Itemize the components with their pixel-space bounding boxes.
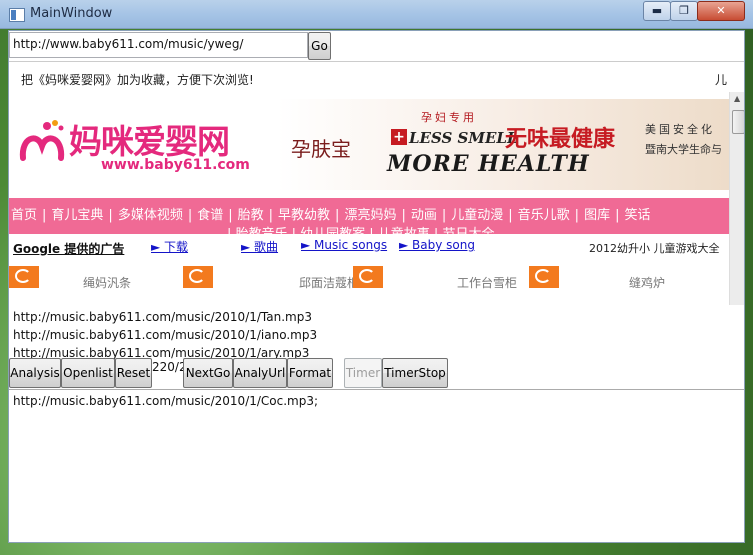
thumbnail-caption[interactable]: 工作台雪柜: [457, 274, 517, 291]
site-nav-row-2[interactable]: | 胎教音乐 | 幼儿园教案 | 儿童故事 | 节日大全: [227, 223, 494, 234]
nav-item[interactable]: 食谱: [197, 208, 223, 223]
site-logo-url: www.baby611.com: [101, 157, 250, 173]
ad-tagline-small: 孕妇专用: [421, 111, 477, 124]
thumbnail-strip: 绳妈汎条 邱面洁蔻柜 工作台雪柜 缝鸡炉: [9, 266, 729, 292]
nav-item[interactable]: 儿童动漫: [451, 208, 503, 223]
browser-vertical-scrollbar[interactable]: ▲: [729, 92, 744, 305]
ad-slogan: 无味最健康: [505, 127, 616, 152]
site-logo-icon: [19, 120, 65, 161]
nav-item[interactable]: 早教幼教: [278, 208, 330, 223]
window-app-icon: [9, 8, 25, 22]
google-ads-bar: Google 提供的广告 ► 下载 ► 歌曲 ► Music songs ► B…: [9, 234, 729, 260]
nav-separator: |: [401, 208, 406, 223]
thumbnail-logo-icon[interactable]: [9, 266, 39, 288]
action-toolbar: Analysis Openlist Reset 220/2 NextGo Ana…: [9, 357, 744, 389]
format-button[interactable]: Format: [287, 358, 333, 388]
nav-item[interactable]: 漂亮妈妈: [344, 208, 396, 223]
google-ads-label[interactable]: Google 提供的广告: [13, 240, 124, 257]
nav-separator: |: [441, 208, 447, 223]
nav-separator: |: [335, 208, 340, 223]
nav-separator: |: [228, 208, 233, 223]
window-client-area: http://www.baby611.com/music/yweg/ Go 把《…: [8, 30, 745, 543]
thumbnail-logo-icon[interactable]: [353, 266, 383, 288]
main-window: MainWindow ▬ ❐ ✕ http://www.baby611.com/…: [0, 0, 753, 555]
site-nav-bar: 首页 | 育儿宝典 | 多媒体视频 | 食谱 | 胎教 | 早教幼教 | 漂亮妈妈 | 动画 | 儿童动漫 | 音乐…: [9, 198, 729, 234]
thumbnail-caption[interactable]: 绳妈汎条: [83, 274, 131, 291]
nav-item[interactable]: 首页: [11, 208, 37, 223]
nav-item[interactable]: 育儿宝典: [51, 208, 103, 223]
site-banner: 妈咪爱婴网 www.baby611.com 孕肤宝 孕妇专用 + LESS SM…: [9, 93, 729, 197]
thumbnail-logo-icon[interactable]: [183, 266, 213, 288]
list-item[interactable]: http://music.baby611.com/music/2010/1/Ta…: [13, 308, 317, 326]
timerstop-button[interactable]: TimerStop: [382, 358, 448, 388]
nav-separator: |: [574, 208, 580, 223]
ad-link-download[interactable]: ► 下载: [151, 238, 188, 255]
ads-right-links[interactable]: 2012幼升小 儿童游戏大全: [589, 240, 720, 256]
url-input[interactable]: http://www.baby611.com/music/yweg/: [9, 32, 308, 58]
ad-more-health: MORE HEALTH: [387, 151, 590, 177]
minimize-button[interactable]: ▬: [643, 1, 671, 21]
analysis-button[interactable]: Analysis: [9, 358, 61, 388]
title-bar[interactable]: MainWindow ▬ ❐ ✕: [0, 0, 753, 29]
mp3-url-list[interactable]: http://music.baby611.com/music/2010/1/Ta…: [13, 308, 317, 362]
plus-icon: +: [391, 129, 407, 145]
nav-item[interactable]: 笑话: [624, 208, 650, 223]
progress-counter: 220/2: [152, 360, 187, 374]
ad-right-line-1: 美国安全化: [645, 123, 715, 136]
bookmark-prompt[interactable]: 把《妈咪爱婴网》加为收藏，方便下次浏览!: [21, 71, 254, 88]
nav-item[interactable]: 图库: [584, 208, 610, 223]
scroll-up-arrow-icon[interactable]: ▲: [734, 94, 740, 103]
vertical-scroll-thumb[interactable]: [732, 110, 744, 134]
nav-separator: |: [508, 208, 513, 223]
nav-separator: |: [42, 208, 47, 223]
nav-item[interactable]: 胎教: [238, 208, 264, 223]
banner-advertisement[interactable]: 孕肤宝 孕妇专用 + LESS SMELL 无味最健康 MORE HEALTH …: [277, 99, 729, 190]
ad-link-baby-song[interactable]: ► Baby song: [399, 238, 475, 252]
nav-separator: |: [268, 208, 274, 223]
ad-right-line-2: 暨南大学生命与: [645, 143, 722, 156]
site-nav-row: 首页 | 育儿宝典 | 多媒体视频 | 食谱 | 胎教 | 早教幼教 | 漂亮妈妈 | 动画 | 儿童动漫 | 音乐…: [11, 204, 650, 223]
reset-button[interactable]: Reset: [115, 358, 152, 388]
thumbnail-logo-icon[interactable]: [529, 266, 559, 288]
timer-button[interactable]: Timer: [344, 358, 382, 388]
output-textarea[interactable]: http://music.baby611.com/music/2010/1/Co…: [9, 389, 744, 543]
thumbnail-caption[interactable]: 缝鸡炉: [629, 274, 665, 291]
nav-separator: |: [108, 208, 113, 223]
nav-item[interactable]: 多媒体视频: [118, 208, 183, 223]
nav-separator: |: [187, 208, 193, 223]
thumbnail-caption[interactable]: 邱面洁蔻柜: [299, 274, 359, 291]
maximize-button[interactable]: ❐: [670, 1, 698, 21]
close-button[interactable]: ✕: [697, 1, 745, 21]
nextgo-button[interactable]: NextGo: [183, 358, 233, 388]
go-button[interactable]: Go: [308, 32, 331, 60]
bookmark-right-text: 儿: [715, 73, 728, 87]
ad-link-music-songs[interactable]: ► Music songs: [301, 238, 387, 252]
ad-less-smell: LESS SMELL: [409, 129, 518, 147]
analyurl-button[interactable]: AnalyUrl: [233, 358, 287, 388]
openlist-button[interactable]: Openlist: [61, 358, 115, 388]
window-title: MainWindow: [30, 6, 113, 21]
nav-item[interactable]: 音乐儿歌: [518, 208, 570, 223]
output-text: http://music.baby611.com/music/2010/1/Co…: [13, 394, 319, 408]
site-logo-text[interactable]: 妈咪爱婴网: [69, 115, 230, 163]
ad-link-songs[interactable]: ► 歌曲: [241, 238, 278, 255]
nav-separator: |: [615, 208, 620, 223]
web-browser-view[interactable]: 把《妈咪爱婴网》加为收藏，方便下次浏览! 儿 妈咪爱婴网 www.baby611…: [9, 61, 744, 305]
ad-brand: 孕肤宝: [291, 137, 351, 161]
list-item[interactable]: http://music.baby611.com/music/2010/1/ia…: [13, 326, 317, 344]
nav-item[interactable]: 动画: [411, 208, 437, 223]
